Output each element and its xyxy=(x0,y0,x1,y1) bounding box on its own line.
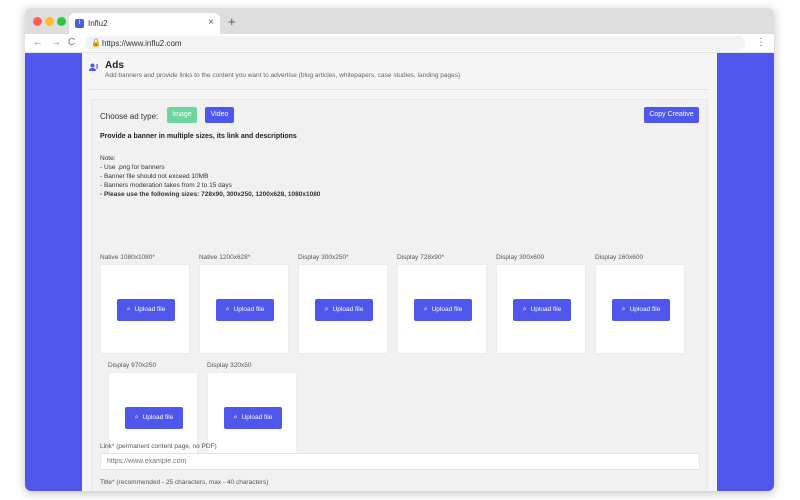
note-line: - Banner file should not exceed 10MB xyxy=(100,173,209,180)
upload-button-label: Upload file xyxy=(629,306,661,313)
upload-button-label: Upload file xyxy=(142,414,174,421)
minimize-window-button[interactable] xyxy=(45,17,54,26)
note-line: - Use .png for banners xyxy=(100,164,165,171)
paperclip-icon: ⌕ xyxy=(621,306,626,313)
paperclip-icon: ⌕ xyxy=(233,414,238,421)
tab-title: Influ2 xyxy=(88,19,108,28)
upload-button-label: Upload file xyxy=(134,306,166,313)
back-icon[interactable]: ← xyxy=(33,37,43,48)
upload-file-button[interactable]: ⌕ Upload file xyxy=(315,299,373,321)
upload-button-label: Upload file xyxy=(241,414,273,421)
browser-menu-icon[interactable]: ⋮ xyxy=(756,37,766,48)
upload-file-button[interactable]: ⌕ Upload file xyxy=(612,299,670,321)
slot-label: Display 728x90* xyxy=(397,254,444,261)
ads-card: Choose ad type: Image Video Copy Creativ… xyxy=(91,99,708,491)
browser-window: I Influ2 × + ← → C 🔒 https://www.influ2.… xyxy=(25,8,774,491)
slot-label: Native 1080x1080* xyxy=(100,254,155,261)
upload-file-button[interactable]: ⌕ Upload file xyxy=(414,299,472,321)
upload-dropzone[interactable]: ⌕ Upload file xyxy=(207,372,297,462)
upload-dropzone[interactable]: ⌕ Upload file xyxy=(199,264,289,354)
slot-label: Display 300x250* xyxy=(298,254,349,261)
slot-label: Display 970x250 xyxy=(108,362,157,369)
copy-creative-button[interactable]: Copy Creative xyxy=(644,107,699,123)
upload-dropzone[interactable]: ⌕ Upload file xyxy=(100,264,190,354)
upload-button-label: Upload file xyxy=(431,306,463,313)
upload-file-button[interactable]: ⌕ Upload file xyxy=(513,299,571,321)
upload-dropzone[interactable]: ⌕ Upload file xyxy=(496,264,586,354)
slot-label: Display 160x600 xyxy=(595,254,644,261)
paperclip-icon: ⌕ xyxy=(126,306,131,313)
link-input[interactable] xyxy=(100,453,700,470)
users-icon xyxy=(89,63,99,74)
address-bar[interactable]: 🔒 https://www.influ2.com xyxy=(85,36,745,51)
favicon-icon: I xyxy=(75,19,84,28)
note-line: - Banners moderation takes from 2 to 15 … xyxy=(100,182,232,189)
upload-file-button[interactable]: ⌕ Upload file xyxy=(117,299,175,321)
upload-dropzone[interactable]: ⌕ Upload file xyxy=(595,264,685,354)
note-title: Note: xyxy=(100,155,116,162)
upload-file-button[interactable]: ⌕ Upload file xyxy=(216,299,274,321)
title-label: Title* (recommended - 25 characters, max… xyxy=(100,479,269,486)
image-type-button[interactable]: Image xyxy=(167,107,197,123)
new-tab-button[interactable]: + xyxy=(228,14,236,29)
main-content: Ads Add banners and provide links to the… xyxy=(82,53,717,491)
page-subtitle: Add banners and provide links to the con… xyxy=(105,72,461,79)
slot-label: Display 300x600 xyxy=(496,254,545,261)
upload-file-button[interactable]: ⌕ Upload file xyxy=(125,407,183,429)
provide-heading: Provide a banner in multiple sizes, its … xyxy=(100,133,297,140)
upload-dropzone[interactable]: ⌕ Upload file xyxy=(397,264,487,354)
paperclip-icon: ⌕ xyxy=(134,414,139,421)
note-line-sizes: - Please use the following sizes: 728x90… xyxy=(100,191,321,198)
paperclip-icon: ⌕ xyxy=(225,306,230,313)
forward-icon[interactable]: → xyxy=(51,37,61,48)
paperclip-icon: ⌕ xyxy=(522,306,527,313)
browser-titlebar: I Influ2 × + xyxy=(25,8,774,34)
slot-label: Native 1200x628* xyxy=(199,254,251,261)
upload-dropzone[interactable]: ⌕ Upload file xyxy=(298,264,388,354)
ad-type-label: Choose ad type: xyxy=(100,112,159,121)
upload-button-label: Upload file xyxy=(233,306,265,313)
url-text[interactable]: https://www.influ2.com xyxy=(102,39,182,48)
close-window-button[interactable] xyxy=(33,17,42,26)
upload-slot: Display 728x90* ⌕ Upload file xyxy=(397,254,487,354)
lock-icon: 🔒 xyxy=(91,38,101,47)
page-background: Ads Add banners and provide links to the… xyxy=(25,53,774,491)
link-label: Link* (permanent content page, no PDF) xyxy=(100,443,217,450)
page-title: Ads xyxy=(105,60,124,71)
upload-slot: Display 160x600 ⌕ Upload file xyxy=(595,254,685,354)
notes-block: Note: - Use .png for banners - Banner fi… xyxy=(100,154,320,199)
browser-tab[interactable]: I Influ2 × xyxy=(69,13,220,34)
upload-slot: Display 320x50 ⌕ Upload file xyxy=(207,362,297,462)
upload-file-button[interactable]: ⌕ Upload file xyxy=(224,407,282,429)
upload-slot: Display 300x250* ⌕ Upload file xyxy=(298,254,388,354)
upload-button-label: Upload file xyxy=(530,306,562,313)
upload-slot: Native 1200x628* ⌕ Upload file xyxy=(199,254,289,354)
tab-close-icon[interactable]: × xyxy=(208,17,214,28)
slot-label: Display 320x50 xyxy=(207,362,252,369)
upload-slot: Display 300x600 ⌕ Upload file xyxy=(496,254,586,354)
paperclip-icon: ⌕ xyxy=(324,306,329,313)
upload-slot: Native 1080x1080* ⌕ Upload file xyxy=(100,254,190,354)
upload-button-label: Upload file xyxy=(332,306,364,313)
paperclip-icon: ⌕ xyxy=(423,306,428,313)
header-divider xyxy=(89,89,709,90)
browser-toolbar: ← → C 🔒 https://www.influ2.com ⋮ xyxy=(25,34,774,53)
video-type-button[interactable]: Video xyxy=(205,107,234,123)
maximize-window-button[interactable] xyxy=(57,17,66,26)
reload-icon[interactable]: C xyxy=(68,37,75,48)
